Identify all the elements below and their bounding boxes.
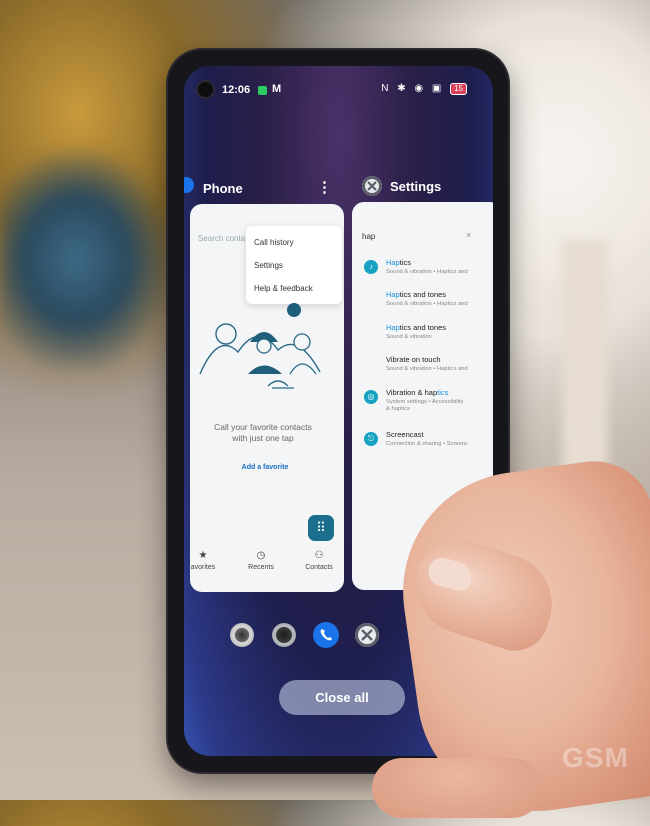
battery-icon: 15: [450, 83, 467, 95]
menu-item-call-history[interactable]: Call history: [254, 238, 294, 247]
watermark: GSM: [562, 742, 629, 773]
favorites-illustration: [199, 303, 321, 389]
gmail-notification-icon: M: [272, 83, 282, 95]
overflow-menu: Call history Settings Help & feedback: [246, 226, 342, 304]
finger: [372, 758, 542, 818]
dialpad-button[interactable]: ⠿: [308, 515, 334, 541]
close-all-button[interactable]: Close all: [279, 680, 405, 715]
clock-icon: ◷: [256, 550, 266, 561]
status-bar: 12:06 M N ✱ ◉ ▣ 15: [184, 81, 493, 101]
background-blur-blue: [0, 150, 170, 370]
phone-bottom-nav: ★ avorites ◷ Recents ⚇ Contacts: [190, 550, 344, 592]
phone-app-title[interactable]: Phone: [203, 181, 243, 196]
camera-app-icon[interactable]: [230, 623, 254, 647]
notification-dot-icon: [258, 86, 267, 95]
more-options-icon[interactable]: ⋮: [317, 178, 332, 196]
status-time: 12:06: [222, 84, 251, 96]
menu-item-settings[interactable]: Settings: [254, 261, 283, 270]
settings-search-input[interactable]: hap: [362, 232, 375, 241]
background-table-leg: [562, 240, 608, 490]
settings-app-title[interactable]: Settings: [390, 179, 441, 194]
phone-app-icon[interactable]: [313, 622, 339, 648]
clear-search-icon[interactable]: ×: [466, 230, 471, 240]
add-favorite-link[interactable]: Add a favorite: [200, 464, 330, 471]
settings-app-header-icon[interactable]: [362, 176, 382, 196]
screencast-icon: ⎋: [364, 432, 378, 446]
bell-icon: ♪: [364, 260, 378, 274]
recent-card-phone[interactable]: Search conta Call history Settings Help …: [190, 204, 344, 592]
phone-app-header-icon[interactable]: [184, 177, 194, 193]
system-status-icons: N ✱ ◉ ▣: [381, 83, 445, 94]
star-icon: ★: [198, 550, 208, 561]
search-contacts-field[interactable]: Search conta: [198, 234, 245, 243]
status-icons: N ✱ ◉ ▣ 15: [381, 83, 467, 95]
tab-contacts[interactable]: ⚇ Contacts: [294, 550, 344, 571]
tab-favorites[interactable]: ★ avorites: [190, 550, 228, 571]
tab-recents[interactable]: ◷ Recents: [236, 550, 286, 571]
menu-item-help-feedback[interactable]: Help & feedback: [254, 284, 313, 293]
settings-app-icon[interactable]: [355, 623, 379, 647]
contacts-icon: ⚇: [314, 550, 324, 561]
empty-favorites-message: Call your favorite contacts with just on…: [214, 422, 312, 443]
camera-shutter-icon[interactable]: [272, 623, 296, 647]
accessibility-icon: ◎: [364, 390, 378, 404]
